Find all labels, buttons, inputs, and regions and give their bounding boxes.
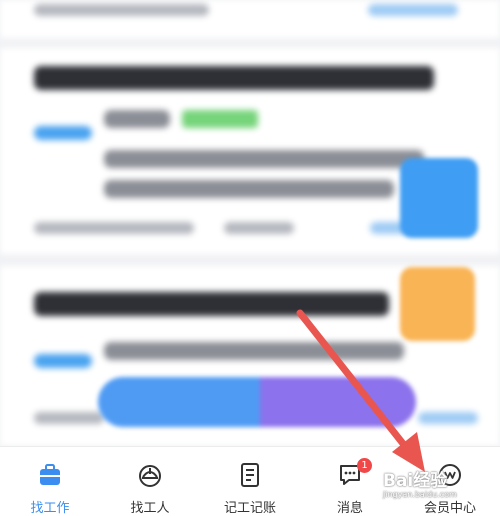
ledger-icon [241,463,259,487]
poster-name-text [104,110,170,128]
hardhat-icon [139,465,161,487]
call-button[interactable] [368,4,458,16]
watermark-brand: Bai经验 [383,471,448,491]
tab-work-ledger[interactable]: 记工记账 [200,447,300,516]
tab-label: 记工记账 [223,501,276,516]
tab-label: 找工人 [130,501,170,516]
job-description-text [104,342,404,360]
unread-badge: 1 [357,458,372,473]
floating-action-bar[interactable] [98,377,416,427]
job-location-text [34,4,209,16]
tab-find-workers[interactable]: 找工人 [100,447,200,516]
watermark: Bai经验 jingyan.baidu.com [383,471,457,499]
watermark-url: jingyan.baidu.com [383,489,457,499]
job-title-text [34,66,434,90]
job-description-text [104,180,394,198]
tab-label: 找工作 [30,501,70,516]
find-workers-button[interactable] [260,377,416,427]
tab-label: 消息 [336,501,363,516]
job-tag-badge [34,126,92,140]
job-tag-badge [34,354,92,368]
call-button[interactable] [418,412,478,424]
job-title-text [34,292,389,316]
job-location-text [34,412,104,424]
job-location-text [34,222,194,234]
verified-badge [182,110,258,128]
job-card[interactable] [0,0,500,38]
job-description-text [104,150,424,168]
tab-label: 会员中心 [423,501,476,516]
briefcase-icon [40,464,60,485]
tab-find-job[interactable]: 找工作 [0,447,100,516]
post-job-button[interactable] [98,377,260,427]
floating-promo-button[interactable] [400,158,478,238]
floating-vip-button[interactable] [400,267,475,341]
job-time-text [224,222,294,234]
